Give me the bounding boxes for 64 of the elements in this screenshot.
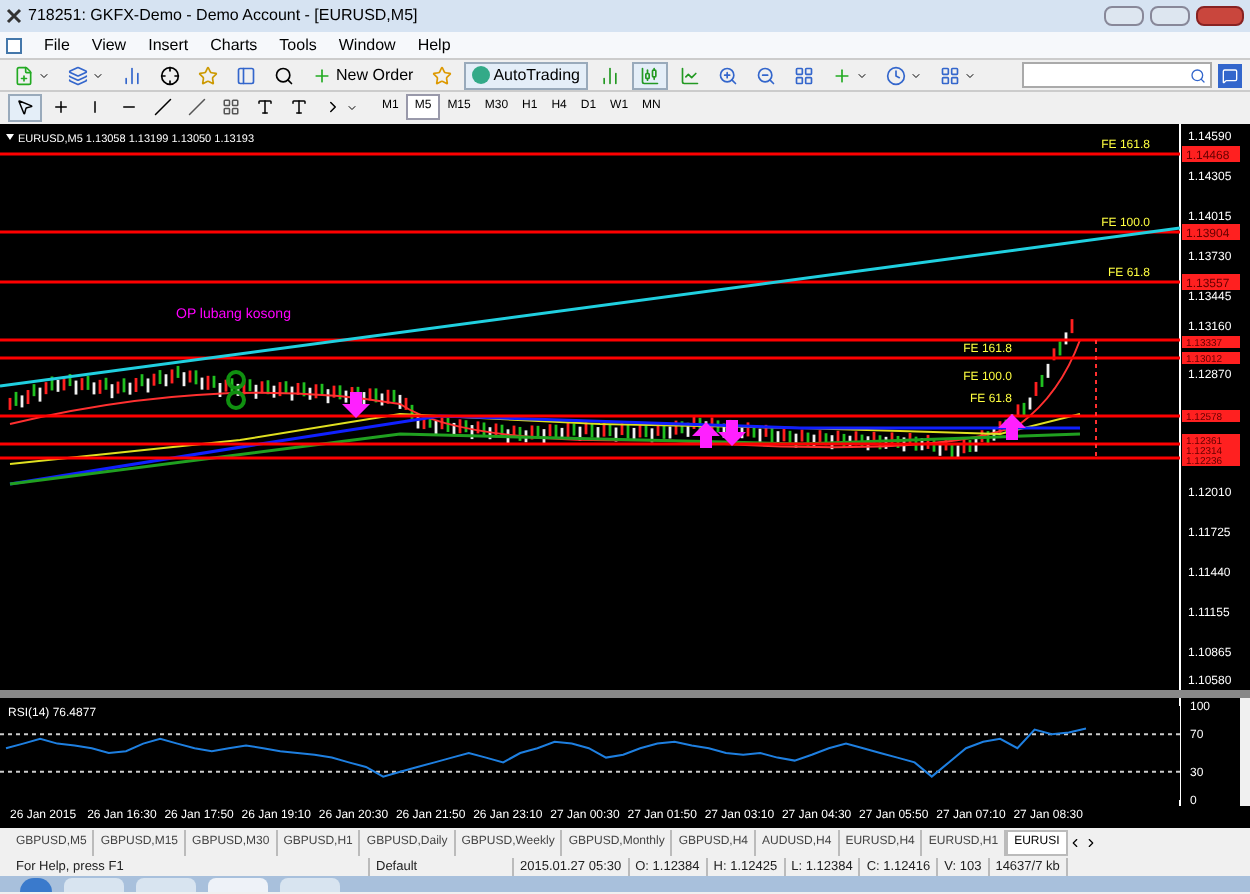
projection-line <box>1095 339 1097 459</box>
caret-icon <box>909 69 922 81</box>
tool-icon <box>236 65 256 85</box>
tool-icon <box>16 98 34 116</box>
caret-icon <box>963 69 976 81</box>
close-button[interactable] <box>1196 6 1244 26</box>
tool-icon <box>831 65 852 85</box>
menu-item[interactable]: Insert <box>148 33 189 57</box>
menu-item[interactable]: Help <box>417 33 451 57</box>
chat-button[interactable] <box>1218 63 1242 87</box>
down-arrow-icon <box>718 420 746 446</box>
tool-icon <box>256 98 274 116</box>
tool-icon <box>793 65 814 85</box>
tool-icon <box>679 65 700 85</box>
tool-icon <box>52 98 70 116</box>
tool-icon <box>939 65 960 85</box>
chat-icon <box>1222 67 1238 83</box>
tool-icon <box>755 65 776 85</box>
menu-item[interactable]: Window <box>338 33 396 57</box>
tool-icon <box>312 65 332 85</box>
tool-icon <box>274 65 294 85</box>
tool-icon <box>431 65 452 85</box>
new-order-button[interactable]: New Order <box>306 61 420 89</box>
tool-icon <box>122 65 142 85</box>
down-arrow-icon <box>342 392 370 418</box>
tool-icon <box>885 65 906 85</box>
app-icon <box>64 878 124 892</box>
tool-icon <box>290 98 308 116</box>
tool-icon <box>14 65 34 85</box>
scroll-left-icon <box>1067 836 1082 850</box>
up-arrow-icon <box>692 422 720 448</box>
autotrading-button[interactable]: AutoTrading <box>463 61 588 89</box>
dropdown-icon <box>6 134 14 140</box>
up-arrow-icon <box>998 414 1026 440</box>
tool-icon <box>222 98 240 116</box>
scroll-right-icon <box>1083 836 1098 850</box>
wave-label-icon <box>226 370 246 410</box>
tool-icon <box>324 98 342 116</box>
start-icon <box>20 878 52 892</box>
app-icon <box>136 878 196 892</box>
menu-item[interactable]: Charts <box>210 33 258 57</box>
tool-icon <box>198 65 218 85</box>
caret-icon <box>346 101 358 113</box>
tool-icon <box>160 65 180 85</box>
window-title: 718251: GKFX-Demo - Demo Account - [EURUSD,M5] <box>28 4 420 28</box>
tool-icon <box>68 65 88 85</box>
app-icon <box>280 878 340 892</box>
app-icon <box>6 8 22 24</box>
chart-icon <box>6 37 22 53</box>
candlestick-button[interactable] <box>631 61 668 89</box>
tool-icon <box>599 65 620 85</box>
menu-item[interactable]: File <box>44 33 70 57</box>
cursor-button[interactable] <box>8 93 42 121</box>
search-icon <box>1190 67 1206 83</box>
search-field[interactable] <box>1022 62 1212 88</box>
minimize-button[interactable] <box>1104 6 1144 26</box>
tool-icon <box>639 65 660 85</box>
caret-icon <box>92 69 104 81</box>
maximize-button[interactable] <box>1150 6 1190 26</box>
tool-icon <box>717 65 738 85</box>
caret-icon <box>38 69 50 81</box>
caret-icon <box>855 69 868 81</box>
menu-item[interactable]: Tools <box>279 33 317 57</box>
menu-item[interactable]: View <box>91 33 127 57</box>
